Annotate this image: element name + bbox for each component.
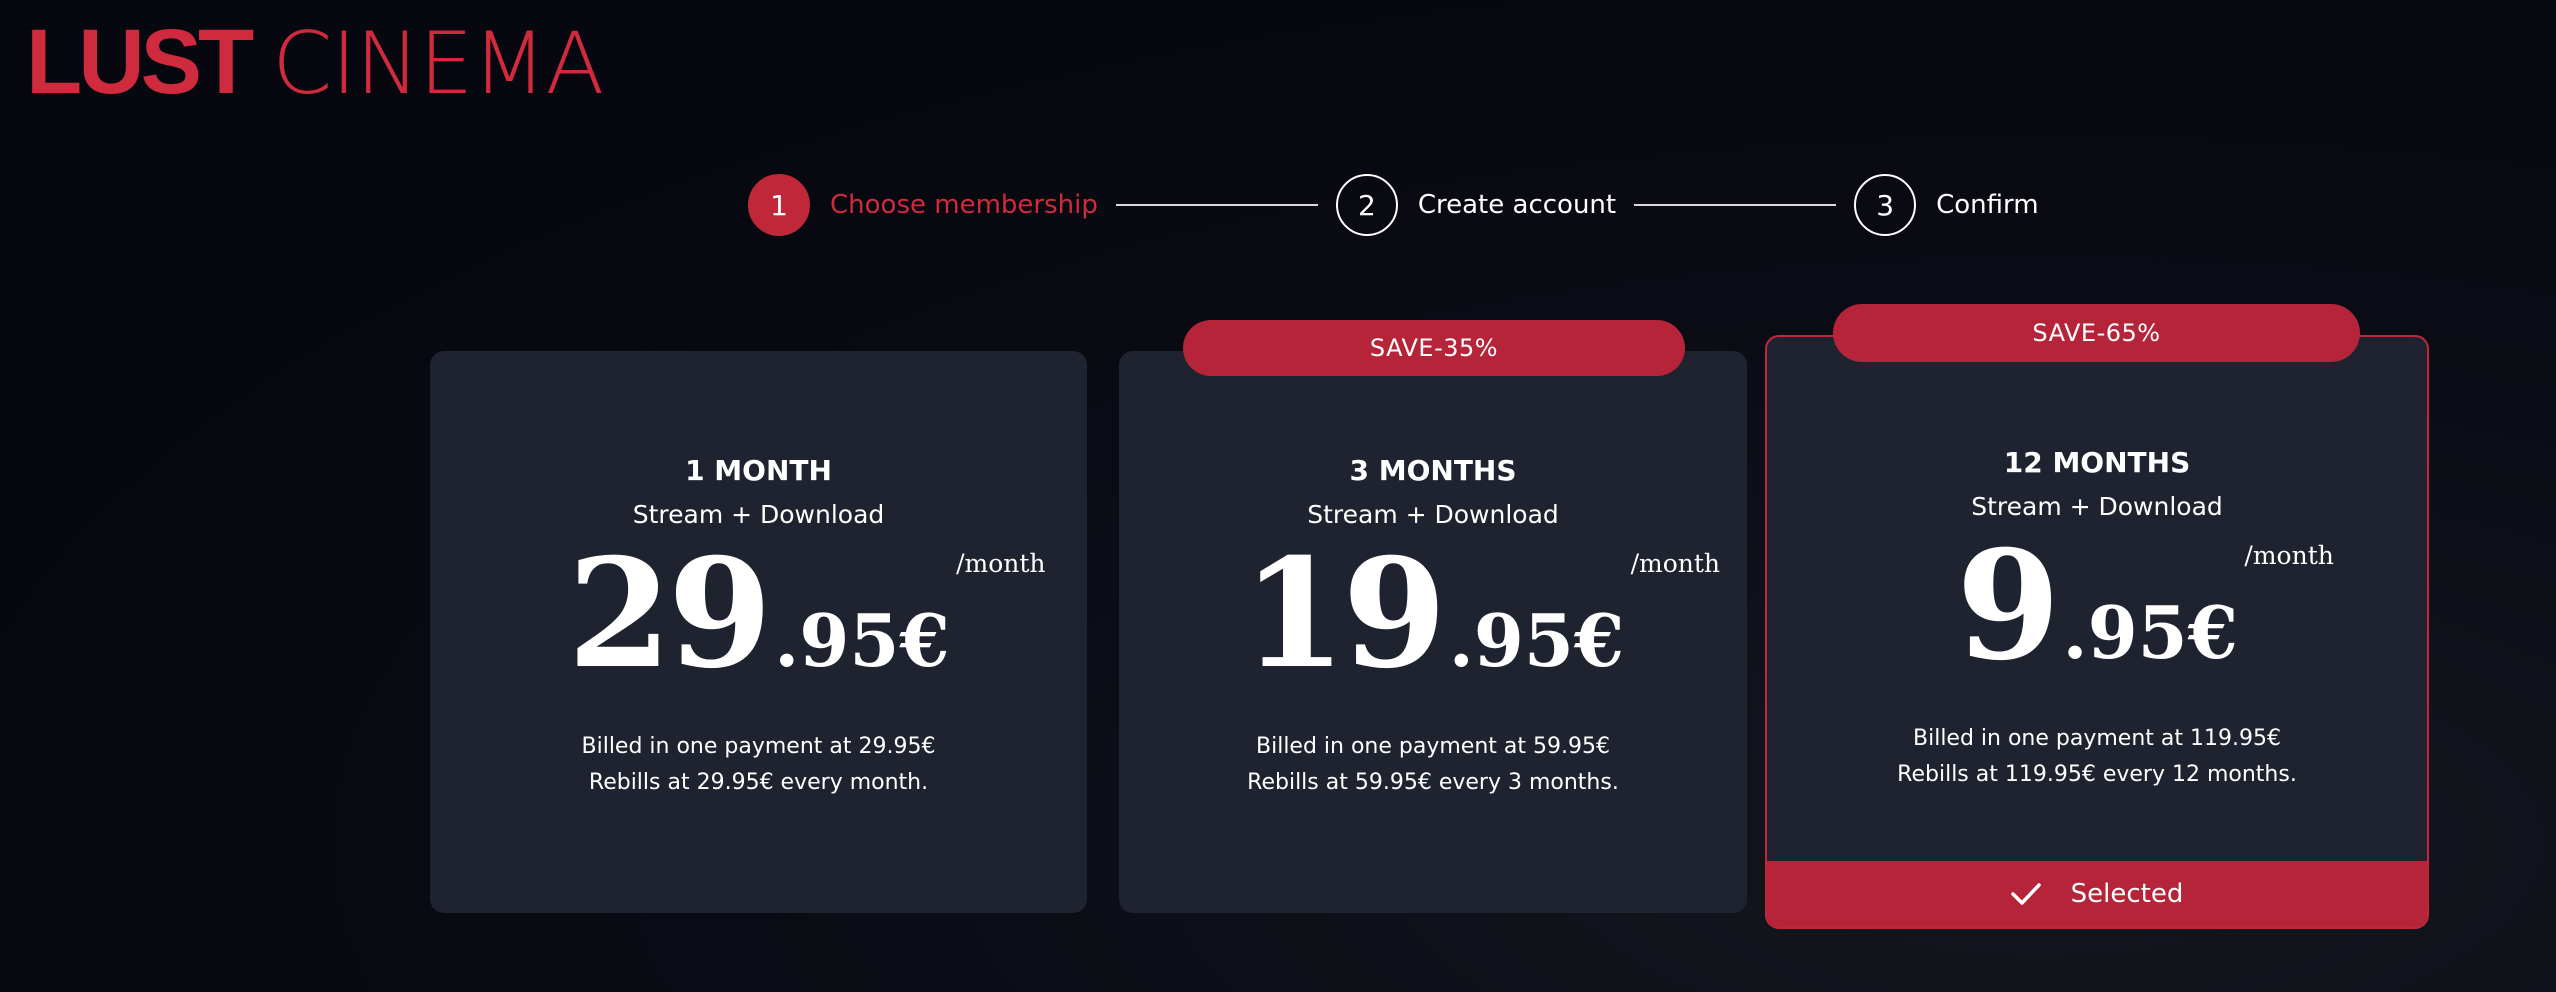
plan-billing: Billed in one payment at 119.95€ Rebills… bbox=[1767, 721, 2427, 793]
price-period: /month bbox=[956, 549, 1046, 578]
plan-card-12-months[interactable]: 12 MONTHS Stream + Download 9 .95€ /mont… bbox=[1765, 335, 2429, 929]
save-badge: SAVE-35% bbox=[1183, 320, 1685, 376]
price-integer: 9 bbox=[1956, 518, 2060, 694]
plan-price: 9 .95€ /month bbox=[1956, 518, 2334, 694]
plan-content: 12 MONTHS Stream + Download 9 .95€ /mont… bbox=[1767, 443, 2427, 793]
signup-stepper: 1 Choose membership 2 Create account 3 C… bbox=[748, 172, 2039, 238]
plan-billing: Billed in one payment at 29.95€ Rebills … bbox=[430, 729, 1087, 801]
step-connector bbox=[1115, 204, 1318, 206]
step-label: Create account bbox=[1417, 190, 1617, 220]
step-choose-membership: 1 Choose membership bbox=[748, 174, 1098, 236]
selected-label: Selected bbox=[2070, 879, 2184, 909]
price-integer: 29 bbox=[567, 526, 772, 702]
plan-content: 1 MONTH Stream + Download 29 .95€ /month… bbox=[430, 451, 1087, 801]
plan-content: 3 MONTHS Stream + Download 19 .95€ /mont… bbox=[1119, 451, 1747, 801]
billing-line: Billed in one payment at 29.95€ bbox=[581, 734, 936, 759]
page: LUST CINEMA 1 Choose membership 2 Create… bbox=[0, 0, 2556, 992]
step-label: Confirm bbox=[1936, 190, 2039, 220]
checkmark-icon bbox=[2010, 883, 2041, 905]
price-decimal: .95€ bbox=[2062, 590, 2238, 675]
save-badge: SAVE-65% bbox=[1833, 304, 2360, 362]
plan-price: 19 .95€ /month bbox=[1241, 526, 1720, 702]
logo-bold-text: LUST bbox=[26, 11, 254, 113]
billing-line: Billed in one payment at 119.95€ bbox=[1913, 726, 2281, 751]
step-create-account: 2 Create account bbox=[1335, 174, 1617, 236]
step-number: 3 bbox=[1854, 174, 1917, 236]
price-period: /month bbox=[2244, 541, 2334, 570]
step-confirm: 3 Confirm bbox=[1854, 174, 2039, 236]
rebill-line: Rebills at 119.95€ every 12 months. bbox=[1897, 762, 2297, 787]
price-decimal: .95€ bbox=[774, 598, 950, 683]
billing-line: Billed in one payment at 59.95€ bbox=[1256, 734, 1610, 759]
plan-title: 1 MONTH bbox=[685, 454, 832, 487]
step-label: Choose membership bbox=[830, 190, 1098, 220]
price-integer: 19 bbox=[1241, 526, 1447, 702]
plan-subtitle: Stream + Download bbox=[1971, 492, 2223, 521]
plan-card-1-month[interactable]: 1 MONTH Stream + Download 29 .95€ /month… bbox=[430, 351, 1087, 913]
step-number: 1 bbox=[748, 174, 810, 236]
plan-price: 29 .95€ /month bbox=[567, 526, 1045, 702]
plan-title: 12 MONTHS bbox=[2003, 446, 2191, 479]
logo-light-text: CINEMA bbox=[272, 14, 604, 114]
plan-card-3-months[interactable]: 3 MONTHS Stream + Download 19 .95€ /mont… bbox=[1119, 351, 1747, 913]
price-decimal: .95€ bbox=[1448, 598, 1625, 683]
rebill-line: Rebills at 29.95€ every month. bbox=[588, 770, 929, 795]
plan-billing: Billed in one payment at 59.95€ Rebills … bbox=[1119, 729, 1747, 801]
price-period: /month bbox=[1630, 549, 1721, 578]
selected-indicator[interactable]: Selected bbox=[1767, 861, 2427, 927]
plan-title: 3 MONTHS bbox=[1349, 454, 1517, 487]
lust-cinema-logo[interactable]: LUST CINEMA bbox=[26, 11, 604, 114]
rebill-line: Rebills at 59.95€ every 3 months. bbox=[1247, 770, 1619, 795]
step-connector bbox=[1634, 204, 1837, 206]
step-number: 2 bbox=[1335, 174, 1398, 236]
